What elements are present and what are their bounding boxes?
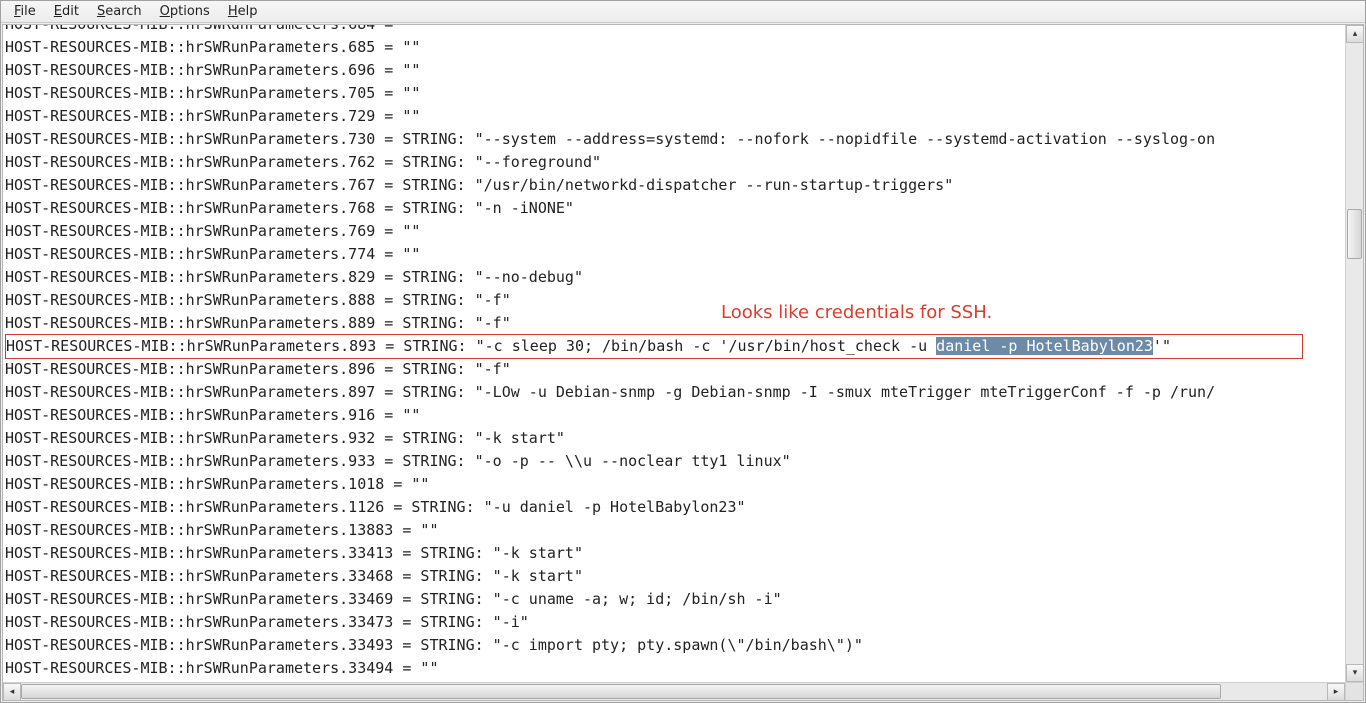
output-line: HOST-RESOURCES-MIB::hrSWRunParameters.88… (5, 289, 1343, 312)
output-line: HOST-RESOURCES-MIB::hrSWRunParameters.68… (5, 36, 1343, 59)
hscroll-track[interactable] (21, 683, 1327, 700)
output-line: HOST-RESOURCES-MIB::hrSWRunParameters.33… (5, 657, 1343, 680)
output-line: HOST-RESOURCES-MIB::hrSWRunParameters.82… (5, 266, 1343, 289)
output-line: HOST-RESOURCES-MIB::hrSWRunParameters.11… (5, 496, 1343, 519)
menu-file-rest: ile (21, 4, 36, 19)
output-line: HOST-RESOURCES-MIB::hrSWRunParameters.89… (5, 358, 1343, 381)
output-line: HOST-RESOURCES-MIB::hrSWRunParameters.93… (5, 427, 1343, 450)
output-line: HOST-RESOURCES-MIB::hrSWRunParameters.93… (5, 450, 1343, 473)
scroll-right-button[interactable]: ▸ (1327, 683, 1345, 701)
hscroll-thumb[interactable] (21, 684, 1221, 699)
output-line: HOST-RESOURCES-MIB::hrSWRunParameters.77… (5, 243, 1343, 266)
output-line: HOST-RESOURCES-MIB::hrSWRunParameters.33… (5, 634, 1343, 657)
output-line: HOST-RESOURCES-MIB::hrSWRunParameters.88… (5, 312, 1343, 335)
menu-edit[interactable]: Edit (45, 3, 88, 20)
output-line: HOST-RESOURCES-MIB::hrSWRunParameters.33… (5, 588, 1343, 611)
vscroll-track[interactable] (1346, 43, 1363, 664)
content-wrap: HOST-RESOURCES-MIB::hrSWRunParameters.68… (2, 24, 1364, 701)
output-line: HOST-RESOURCES-MIB::hrSWRunParameters.89… (5, 381, 1343, 404)
selected-text: daniel -p HotelBabylon23 (936, 337, 1153, 355)
vertical-scrollbar[interactable]: ▴ ▾ (1345, 25, 1363, 682)
scroll-down-button[interactable]: ▾ (1346, 664, 1364, 682)
output-line: HOST-RESOURCES-MIB::hrSWRunParameters.70… (5, 82, 1343, 105)
menu-options[interactable]: Options (151, 3, 219, 20)
scroll-left-button[interactable]: ◂ (3, 683, 21, 701)
output-line: HOST-RESOURCES-MIB::hrSWRunParameters.76… (5, 220, 1343, 243)
editor-window: File Edit Search Options Help HOST-RESOU… (0, 0, 1366, 703)
output-line: HOST-RESOURCES-MIB::hrSWRunParameters.89… (5, 334, 1303, 359)
output-line: HOST-RESOURCES-MIB::hrSWRunParameters.33… (5, 565, 1343, 588)
vscroll-thumb[interactable] (1347, 209, 1362, 259)
scroll-up-button[interactable]: ▴ (1346, 25, 1364, 43)
output-line: HOST-RESOURCES-MIB::hrSWRunParameters.73… (5, 128, 1343, 151)
output-line: HOST-RESOURCES-MIB::hrSWRunParameters.13… (5, 519, 1343, 542)
menu-search[interactable]: Search (88, 3, 151, 20)
scrollbar-corner (1345, 682, 1363, 700)
output-line: HOST-RESOURCES-MIB::hrSWRunParameters.76… (5, 197, 1343, 220)
output-line: HOST-RESOURCES-MIB::hrSWRunParameters.91… (5, 404, 1343, 427)
output-line: HOST-RESOURCES-MIB::hrSWRunParameters.68… (5, 24, 1343, 36)
output-line: HOST-RESOURCES-MIB::hrSWRunParameters.10… (5, 473, 1343, 496)
menu-help[interactable]: Help (219, 3, 267, 20)
horizontal-scrollbar[interactable]: ◂ ▸ (3, 682, 1345, 700)
output-line: HOST-RESOURCES-MIB::hrSWRunParameters.76… (5, 174, 1343, 197)
menu-file[interactable]: File (5, 3, 45, 20)
text-area[interactable]: HOST-RESOURCES-MIB::hrSWRunParameters.68… (3, 24, 1345, 682)
output-line: HOST-RESOURCES-MIB::hrSWRunParameters.69… (5, 59, 1343, 82)
output-line: HOST-RESOURCES-MIB::hrSWRunParameters.76… (5, 151, 1343, 174)
output-line: HOST-RESOURCES-MIB::hrSWRunParameters.72… (5, 105, 1343, 128)
menubar: File Edit Search Options Help (1, 1, 1365, 23)
output-line: HOST-RESOURCES-MIB::hrSWRunParameters.33… (5, 611, 1343, 634)
output-line: HOST-RESOURCES-MIB::hrSWRunParameters.33… (5, 542, 1343, 565)
